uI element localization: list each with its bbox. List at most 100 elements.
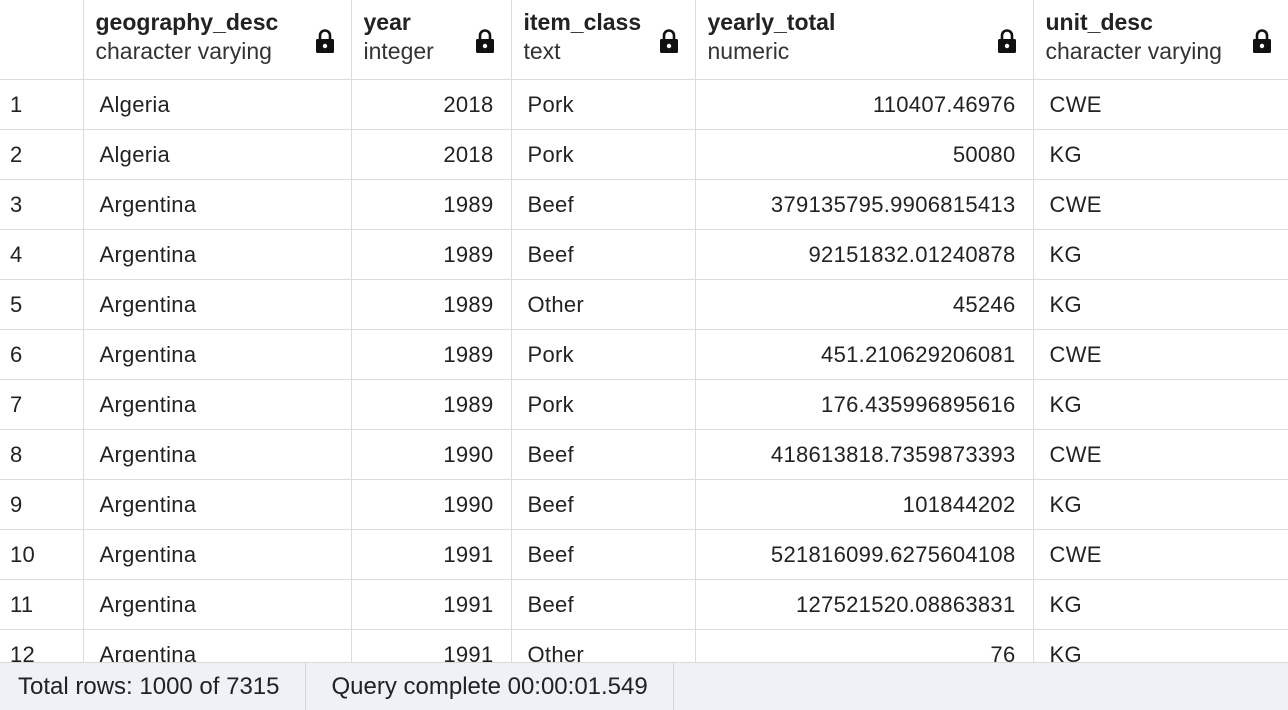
row-number[interactable]: 12: [0, 629, 84, 662]
row-number[interactable]: 1: [0, 79, 84, 130]
cell-unit-desc[interactable]: KG: [1033, 129, 1288, 180]
cell-unit-desc[interactable]: KG: [1033, 479, 1288, 530]
row-number[interactable]: 11: [0, 579, 84, 630]
cell-geography-desc[interactable]: Algeria: [83, 79, 352, 130]
cell-geography-desc[interactable]: Algeria: [83, 129, 352, 180]
cell-unit-desc[interactable]: CWE: [1033, 79, 1288, 130]
table-row[interactable]: 9 Argentina 1990 Beef 101844202 KG: [0, 479, 1288, 530]
row-number[interactable]: 5: [0, 279, 84, 330]
cell-yearly-total[interactable]: 45246: [695, 279, 1034, 330]
column-header-item-class[interactable]: item_class text: [511, 0, 696, 80]
cell-unit-desc[interactable]: CWE: [1033, 179, 1288, 230]
cell-geography-desc[interactable]: Argentina: [83, 579, 352, 630]
cell-item-class[interactable]: Beef: [511, 179, 696, 230]
cell-geography-desc[interactable]: Argentina: [83, 429, 352, 480]
cell-item-class[interactable]: Beef: [511, 479, 696, 530]
cell-year[interactable]: 1991: [351, 629, 512, 662]
column-header-content: item_class text: [512, 0, 695, 79]
cell-unit-desc[interactable]: KG: [1033, 629, 1288, 662]
total-rows-status: Total rows: 1000 of 7315: [0, 663, 306, 710]
table-row[interactable]: 1 Algeria 2018 Pork 110407.46976 CWE: [0, 79, 1288, 130]
cell-yearly-total[interactable]: 110407.46976: [695, 79, 1034, 130]
cell-item-class[interactable]: Pork: [511, 329, 696, 380]
cell-unit-desc[interactable]: KG: [1033, 229, 1288, 280]
cell-year[interactable]: 2018: [351, 79, 512, 130]
table-row[interactable]: 4 Argentina 1989 Beef 92151832.01240878 KG: [0, 229, 1288, 280]
cell-item-class[interactable]: Beef: [511, 429, 696, 480]
table-row[interactable]: 8 Argentina 1990 Beef 418613818.7359873393 CW…: [0, 429, 1288, 480]
cell-item-class[interactable]: Pork: [511, 379, 696, 430]
row-number[interactable]: 3: [0, 179, 84, 230]
row-number[interactable]: 10: [0, 529, 84, 580]
cell-item-class[interactable]: Beef: [511, 229, 696, 280]
column-header-content: year integer: [352, 0, 511, 79]
cell-geography-desc[interactable]: Argentina: [83, 529, 352, 580]
cell-year[interactable]: 1991: [351, 579, 512, 630]
cell-yearly-total[interactable]: 76: [695, 629, 1034, 662]
cell-geography-desc[interactable]: Argentina: [83, 629, 352, 662]
cell-item-class[interactable]: Pork: [511, 79, 696, 130]
table-row[interactable]: 7 Argentina 1989 Pork 176.435996895616 KG: [0, 379, 1288, 430]
cell-unit-desc[interactable]: CWE: [1033, 529, 1288, 580]
row-number[interactable]: 8: [0, 429, 84, 480]
cell-unit-desc[interactable]: CWE: [1033, 429, 1288, 480]
cell-item-class[interactable]: Other: [511, 279, 696, 330]
cell-year[interactable]: 1989: [351, 279, 512, 330]
table-row[interactable]: 11 Argentina 1991 Beef 127521520.08863831 KG: [0, 579, 1288, 630]
cell-yearly-total[interactable]: 50080: [695, 129, 1034, 180]
cell-item-class[interactable]: Beef: [511, 579, 696, 630]
data-table: geography_desc character varying year integ…: [0, 0, 1288, 662]
cell-item-class[interactable]: Pork: [511, 129, 696, 180]
cell-yearly-total[interactable]: 176.435996895616: [695, 379, 1034, 430]
results-grid[interactable]: geography_desc character varying year integ…: [0, 0, 1288, 662]
row-number[interactable]: 2: [0, 129, 84, 180]
column-type: character varying: [95, 38, 272, 64]
table-row[interactable]: 12 Argentina 1991 Other 76 KG: [0, 629, 1288, 662]
cell-unit-desc[interactable]: KG: [1033, 579, 1288, 630]
lock-icon: [997, 29, 1016, 53]
cell-year[interactable]: 1990: [351, 479, 512, 530]
cell-geography-desc[interactable]: Argentina: [83, 179, 352, 230]
cell-yearly-total[interactable]: 521816099.6275604108: [695, 529, 1034, 580]
row-number[interactable]: 7: [0, 379, 84, 430]
table-row[interactable]: 6 Argentina 1989 Pork 451.210629206081 CWE: [0, 329, 1288, 380]
lock-icon: [1252, 29, 1271, 53]
cell-geography-desc[interactable]: Argentina: [83, 229, 352, 280]
cell-geography-desc[interactable]: Argentina: [83, 479, 352, 530]
lock-icon: [315, 29, 334, 53]
cell-yearly-total[interactable]: 92151832.01240878: [695, 229, 1034, 280]
cell-year[interactable]: 1989: [351, 329, 512, 380]
column-header-unit-desc[interactable]: unit_desc character varying: [1033, 0, 1288, 80]
cell-geography-desc[interactable]: Argentina: [83, 329, 352, 380]
column-header-year[interactable]: year integer: [351, 0, 512, 80]
cell-yearly-total[interactable]: 379135795.9906815413: [695, 179, 1034, 230]
cell-year[interactable]: 1989: [351, 179, 512, 230]
row-number[interactable]: 6: [0, 329, 84, 380]
row-number[interactable]: 4: [0, 229, 84, 280]
cell-year[interactable]: 1989: [351, 229, 512, 280]
table-row[interactable]: 2 Algeria 2018 Pork 50080 KG: [0, 129, 1288, 180]
cell-item-class[interactable]: Beef: [511, 529, 696, 580]
table-row[interactable]: 3 Argentina 1989 Beef 379135795.9906815413 CW…: [0, 179, 1288, 230]
column-header-geography-desc[interactable]: geography_desc character varying: [83, 0, 352, 80]
row-number[interactable]: 9: [0, 479, 84, 530]
row-number-header[interactable]: [0, 0, 84, 80]
cell-unit-desc[interactable]: CWE: [1033, 329, 1288, 380]
cell-year[interactable]: 1989: [351, 379, 512, 430]
table-row[interactable]: 5 Argentina 1989 Other 45246 KG: [0, 279, 1288, 330]
cell-unit-desc[interactable]: KG: [1033, 379, 1288, 430]
cell-yearly-total[interactable]: 418613818.7359873393: [695, 429, 1034, 480]
column-name: geography_desc: [95, 9, 279, 35]
cell-yearly-total[interactable]: 451.210629206081: [695, 329, 1034, 380]
cell-geography-desc[interactable]: Argentina: [83, 379, 352, 430]
cell-geography-desc[interactable]: Argentina: [83, 279, 352, 330]
cell-item-class[interactable]: Other: [511, 629, 696, 662]
cell-year[interactable]: 2018: [351, 129, 512, 180]
cell-yearly-total[interactable]: 101844202: [695, 479, 1034, 530]
cell-unit-desc[interactable]: KG: [1033, 279, 1288, 330]
column-header-yearly-total[interactable]: yearly_total numeric: [695, 0, 1034, 80]
cell-yearly-total[interactable]: 127521520.08863831: [695, 579, 1034, 630]
table-row[interactable]: 10 Argentina 1991 Beef 521816099.6275604108 C…: [0, 529, 1288, 580]
cell-year[interactable]: 1991: [351, 529, 512, 580]
cell-year[interactable]: 1990: [351, 429, 512, 480]
